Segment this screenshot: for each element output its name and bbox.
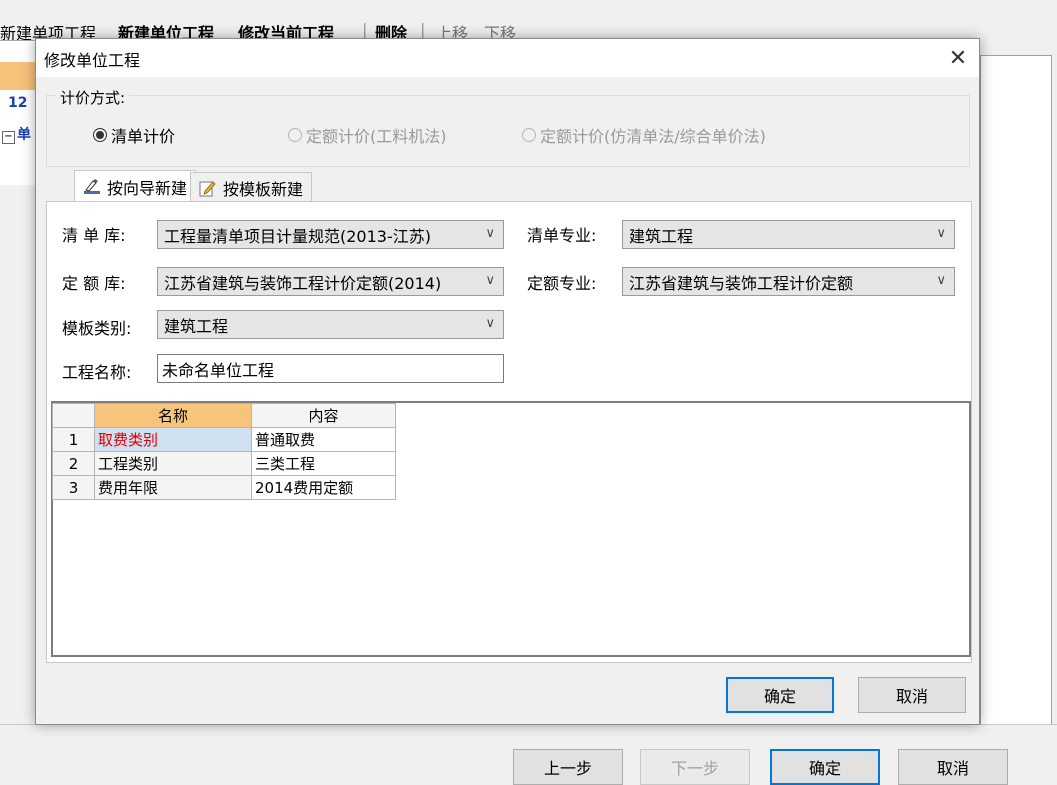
- tab-wizard-new[interactable]: 按向导新建: [74, 170, 197, 202]
- chevron-down-icon: ∨: [936, 226, 946, 241]
- grid-corner-cell: [52, 403, 95, 428]
- next-step-button[interactable]: 下一步: [640, 749, 750, 785]
- tab-template-new[interactable]: 按模板新建: [190, 172, 313, 202]
- background-toolbar: 新建单项工程 新建单位工程 修改当前工程 | 删除 | 上移 下移: [0, 0, 530, 43]
- project-name-input[interactable]: 未命名单位工程: [157, 354, 504, 383]
- ok-button[interactable]: 确定: [770, 749, 880, 785]
- table-row[interactable]: 3 费用年限 2014费用定额: [52, 475, 396, 500]
- cancel-button[interactable]: 取消: [898, 749, 1008, 785]
- row-number: 1: [52, 427, 95, 452]
- chevron-down-icon: ∨: [936, 273, 946, 288]
- dialog-title: 修改单位工程: [44, 51, 141, 70]
- template-category-label: 模板类别:: [62, 319, 132, 338]
- radio-quota-composite-pricing[interactable]: 定额计价(仿清单法/综合单价法): [522, 123, 766, 147]
- radio-checked-icon: [93, 128, 107, 142]
- chevron-down-icon: ∨: [485, 273, 495, 288]
- radio-unchecked-icon: [522, 128, 536, 142]
- project-name-label: 工程名称:: [62, 363, 132, 382]
- dialog-cancel-button[interactable]: 取消: [858, 677, 966, 713]
- radio-unchecked-icon: [288, 128, 302, 142]
- chevron-down-icon: ∨: [485, 316, 495, 331]
- template-category-select[interactable]: 建筑工程 ∨: [157, 310, 504, 339]
- bill-major-select[interactable]: 建筑工程 ∨: [622, 220, 955, 249]
- radio-quota-labor-pricing[interactable]: 定额计价(工料机法): [288, 123, 447, 147]
- template-edit-icon: [199, 179, 217, 197]
- table-row[interactable]: 1 取费类别 普通取费: [52, 427, 396, 452]
- grid-header-content: 内容: [251, 403, 396, 428]
- radio-bill-pricing[interactable]: 清单计价: [93, 123, 175, 147]
- grid-header-name: 名称: [94, 403, 252, 428]
- quota-library-select[interactable]: 江苏省建筑与装饰工程计价定额(2014) ∨: [157, 267, 504, 296]
- select-value: 建筑工程: [164, 316, 229, 336]
- select-value: 工程量清单项目计量规范(2013-江苏): [164, 226, 431, 246]
- background-right-panel: [980, 55, 1052, 725]
- property-grid: 名称 内容 1 取费类别 普通取费 2 工程类别 三类工程 3 费用年限 201…: [52, 403, 396, 500]
- close-icon[interactable]: ✕: [941, 41, 975, 75]
- pricing-method-label: 计价方式:: [56, 87, 130, 108]
- tree-header: [0, 62, 40, 90]
- table-row[interactable]: 2 工程类别 三类工程: [52, 451, 396, 476]
- row-value-cell[interactable]: 2014费用定额: [251, 475, 396, 500]
- tree-item[interactable]: − 单: [2, 124, 31, 144]
- tree-number: 12: [8, 95, 28, 111]
- radio-label: 定额计价(工料机法): [306, 127, 447, 146]
- select-value: 建筑工程: [629, 226, 694, 246]
- dialog-ok-button[interactable]: 确定: [726, 677, 834, 713]
- row-name-cell[interactable]: 工程类别: [94, 451, 252, 476]
- modify-unit-project-dialog: 修改单位工程 ✕ 计价方式: 清单计价 定额计价(工料机法) 定额计价(仿清单法…: [35, 38, 980, 725]
- tree-item-label: 单: [17, 127, 31, 143]
- row-number: 2: [52, 451, 95, 476]
- grid-header-row: 名称 内容: [52, 403, 396, 428]
- bill-library-select[interactable]: 工程量清单项目计量规范(2013-江苏) ∨: [157, 220, 504, 249]
- quota-major-select[interactable]: 江苏省建筑与装饰工程计价定额 ∨: [622, 267, 955, 296]
- dialog-titlebar: 修改单位工程 ✕: [36, 39, 979, 77]
- row-value-cell[interactable]: 三类工程: [251, 451, 396, 476]
- tab-label: 按向导新建: [107, 178, 188, 198]
- radio-label: 定额计价(仿清单法/综合单价法): [540, 127, 766, 146]
- bill-library-label: 清 单 库:: [62, 226, 126, 245]
- row-number: 3: [52, 475, 95, 500]
- select-value: 江苏省建筑与装饰工程计价定额: [629, 273, 854, 293]
- wizard-icon: [83, 178, 101, 196]
- row-value-cell[interactable]: 普通取费: [251, 427, 396, 452]
- row-name-cell[interactable]: 取费类别: [94, 427, 252, 452]
- collapse-icon[interactable]: −: [2, 131, 15, 144]
- quota-major-label: 定额专业:: [527, 274, 597, 293]
- bill-major-label: 清单专业:: [527, 226, 597, 245]
- toolbar-separator: |: [362, 20, 368, 39]
- select-value: 江苏省建筑与装饰工程计价定额(2014): [164, 273, 442, 293]
- pricing-method-group: [46, 95, 970, 167]
- prev-step-button[interactable]: 上一步: [513, 749, 623, 785]
- tab-label: 按模板新建: [223, 179, 304, 199]
- quota-library-label: 定 额 库:: [62, 274, 126, 293]
- background-button-bar: 上一步 下一步 确定 取消: [0, 724, 1057, 785]
- chevron-down-icon: ∨: [485, 226, 495, 241]
- radio-label: 清单计价: [111, 127, 176, 146]
- toolbar-separator: |: [420, 20, 426, 39]
- row-name-cell[interactable]: 费用年限: [94, 475, 252, 500]
